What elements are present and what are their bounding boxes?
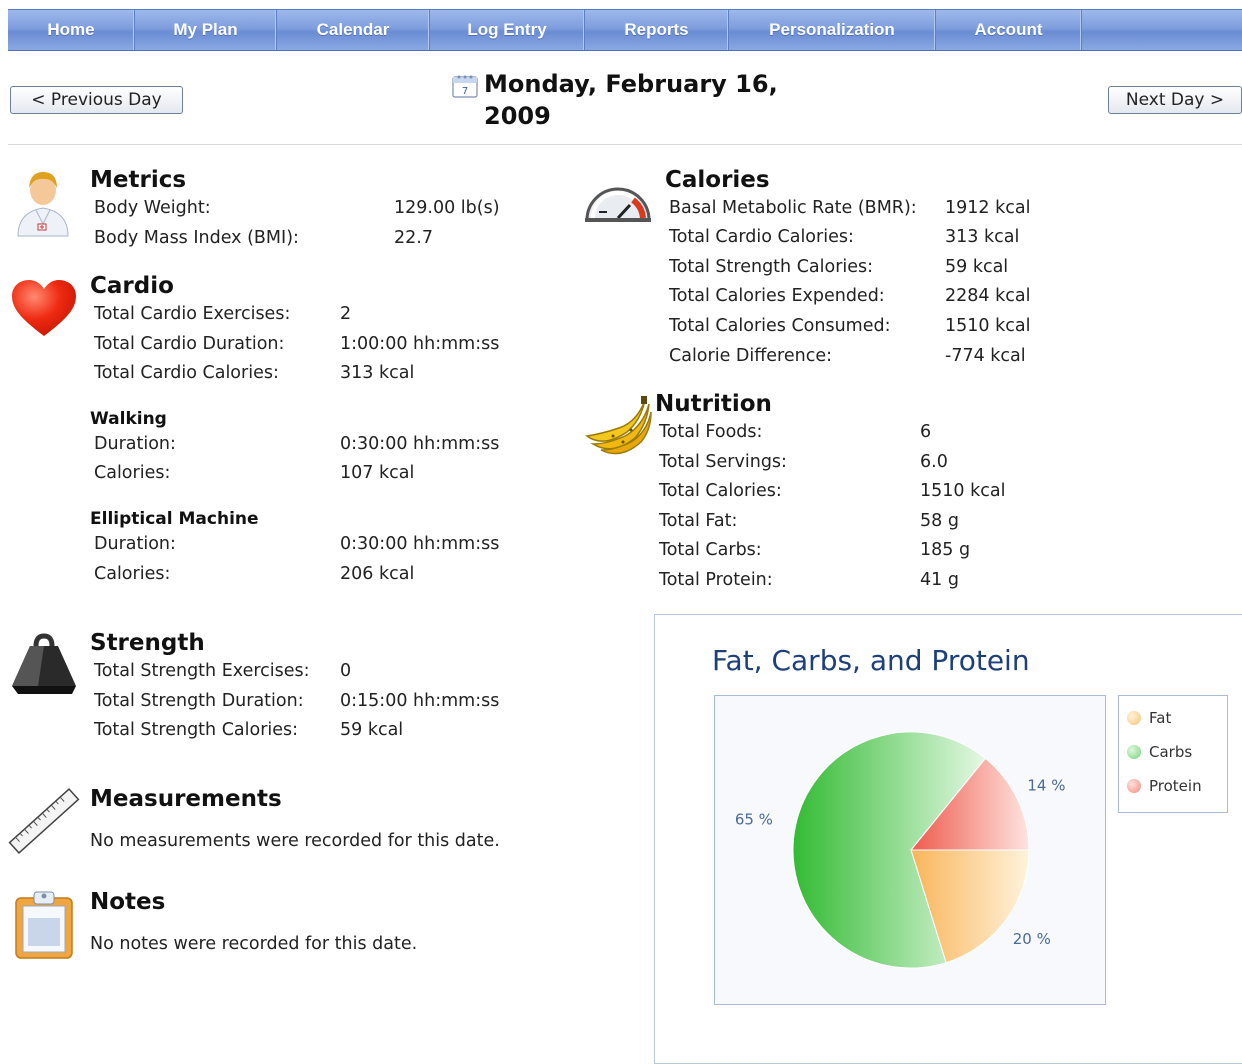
exercise-label: Calories:: [94, 463, 171, 483]
nutrition-value: 58 g: [920, 511, 959, 531]
notes-note: No notes were recorded for this date.: [90, 934, 418, 954]
nutrition-value: 1510 kcal: [920, 481, 1006, 501]
pie-label-carbs: 65 %: [735, 811, 773, 829]
legend-label: Carbs: [1149, 743, 1193, 761]
gauge-icon: [585, 187, 651, 222]
chart-title: Fat, Carbs, and Protein: [712, 644, 1030, 677]
next-day-button[interactable]: Next Day >: [1108, 86, 1242, 114]
doctor-icon: [17, 172, 69, 237]
exercise-value: 0:30:00 hh:mm:ss: [340, 534, 500, 554]
legend-item-protein[interactable]: Protein: [1127, 777, 1202, 795]
exercise-label: Duration:: [94, 434, 176, 454]
legend-item-carbs[interactable]: Carbs: [1127, 743, 1192, 761]
cardio-value: 313 kcal: [340, 363, 415, 383]
cardio-value: 2: [340, 304, 352, 324]
heart-icon: [12, 280, 76, 336]
calories-value: 59 kcal: [945, 257, 1009, 277]
calories-value: 2284 kcal: [945, 286, 1031, 306]
calories-label: Total Calories Expended:: [669, 286, 885, 306]
nutrition-title: Nutrition: [655, 391, 772, 417]
nutrition-label: Total Servings:: [659, 452, 787, 472]
date-line-2: 2009: [484, 102, 551, 130]
calories-value: 1510 kcal: [945, 316, 1031, 336]
legend-swatch-protein: [1127, 779, 1141, 793]
metrics-label: Body Mass Index (BMI):: [94, 228, 299, 248]
strength-label: Total Strength Calories:: [94, 720, 299, 740]
tab-calendar[interactable]: Calendar: [277, 10, 430, 50]
strength-value: 0:15:00 hh:mm:ss: [340, 691, 500, 711]
tab-home[interactable]: Home: [8, 10, 135, 50]
legend-swatch-fat: [1127, 711, 1141, 725]
ruler-icon: [8, 787, 80, 855]
exercise-value: 107 kcal: [340, 463, 415, 483]
chart-plot-area: 20 % 65 % 14 %: [714, 695, 1106, 1005]
calories-value: 1912 kcal: [945, 198, 1031, 218]
exercise-label: Duration:: [94, 534, 176, 554]
calories-label: Basal Metabolic Rate (BMR):: [669, 198, 917, 218]
strength-label: Total Strength Exercises:: [94, 661, 310, 681]
calories-value: 313 kcal: [945, 227, 1020, 247]
nutrition-value: 185 g: [920, 540, 971, 560]
calories-label: Total Calories Consumed:: [669, 316, 891, 336]
measurements-title: Measurements: [90, 786, 282, 812]
nutrition-label: Total Fat:: [659, 511, 738, 531]
nutrition-value: 41 g: [920, 570, 959, 590]
legend-label: Fat: [1149, 709, 1172, 727]
pie-chart: 20 % 65 % 14 %: [735, 731, 1065, 969]
calories-title: Calories: [665, 167, 770, 193]
nutrition-label: Total Foods:: [659, 422, 763, 442]
calories-value: -774 kcal: [945, 346, 1026, 366]
nutrition-label: Total Calories:: [659, 481, 782, 501]
metrics-title: Metrics: [90, 167, 187, 193]
calories-label: Calorie Difference:: [669, 346, 833, 366]
legend-item-fat[interactable]: Fat: [1127, 709, 1171, 727]
nutrition-value: 6.0: [920, 452, 948, 472]
main-nav: Home My Plan Calendar Log Entry Reports …: [8, 9, 1242, 51]
exercise-name: Walking: [90, 409, 167, 429]
notes-title: Notes: [90, 889, 166, 915]
measurements-note: No measurements were recorded for this d…: [90, 831, 500, 851]
cardio-title: Cardio: [90, 273, 174, 299]
calendar-icon[interactable]: 7: [452, 74, 478, 98]
page-title: Monday, February 16, 2009: [484, 68, 804, 132]
exercise-name: Elliptical Machine: [90, 509, 259, 529]
calories-label: Total Cardio Calories:: [669, 227, 854, 247]
cardio-label: Total Cardio Exercises:: [94, 304, 291, 324]
exercise-label: Calories:: [94, 564, 171, 584]
exercise-value: 206 kcal: [340, 564, 415, 584]
banana-icon: [585, 396, 652, 455]
strength-label: Total Strength Duration:: [94, 691, 304, 711]
legend-label: Protein: [1149, 777, 1202, 795]
tab-my-plan[interactable]: My Plan: [135, 10, 277, 50]
cardio-value: 1:00:00 hh:mm:ss: [340, 334, 500, 354]
cardio-label: Total Cardio Calories:: [94, 363, 279, 383]
calories-label: Total Strength Calories:: [669, 257, 874, 277]
previous-day-button[interactable]: < Previous Day: [10, 86, 183, 114]
cardio-label: Total Cardio Duration:: [94, 334, 285, 354]
strength-title: Strength: [90, 630, 205, 656]
strength-value: 0: [340, 661, 352, 681]
metrics-value: 22.7: [394, 228, 433, 248]
exercise-value: 0:30:00 hh:mm:ss: [340, 434, 500, 454]
chart-legend: Fat Carbs Protein: [1118, 695, 1228, 813]
tab-empty: [1082, 10, 1242, 50]
tab-reports[interactable]: Reports: [585, 10, 729, 50]
nutrition-label: Total Carbs:: [659, 540, 762, 560]
legend-swatch-carbs: [1127, 745, 1141, 759]
pie-label-fat: 20 %: [1013, 930, 1051, 948]
date-line-1: Monday, February 16,: [484, 70, 778, 98]
clipboard-icon: [15, 891, 73, 959]
metrics-label: Body Weight:: [94, 198, 211, 218]
nutrition-label: Total Protein:: [659, 570, 773, 590]
tab-account[interactable]: Account: [936, 10, 1082, 50]
divider: [8, 144, 1242, 145]
tab-personalization[interactable]: Personalization: [729, 10, 936, 50]
tab-log-entry[interactable]: Log Entry: [430, 10, 585, 50]
pie-label-protein: 14 %: [1027, 777, 1065, 795]
strength-value: 59 kcal: [340, 720, 404, 740]
calendar-icon-day: 7: [462, 86, 468, 97]
metrics-value: 129.00 lb(s): [394, 198, 500, 218]
weight-icon: [12, 633, 76, 694]
nutrition-value: 6: [920, 422, 932, 442]
